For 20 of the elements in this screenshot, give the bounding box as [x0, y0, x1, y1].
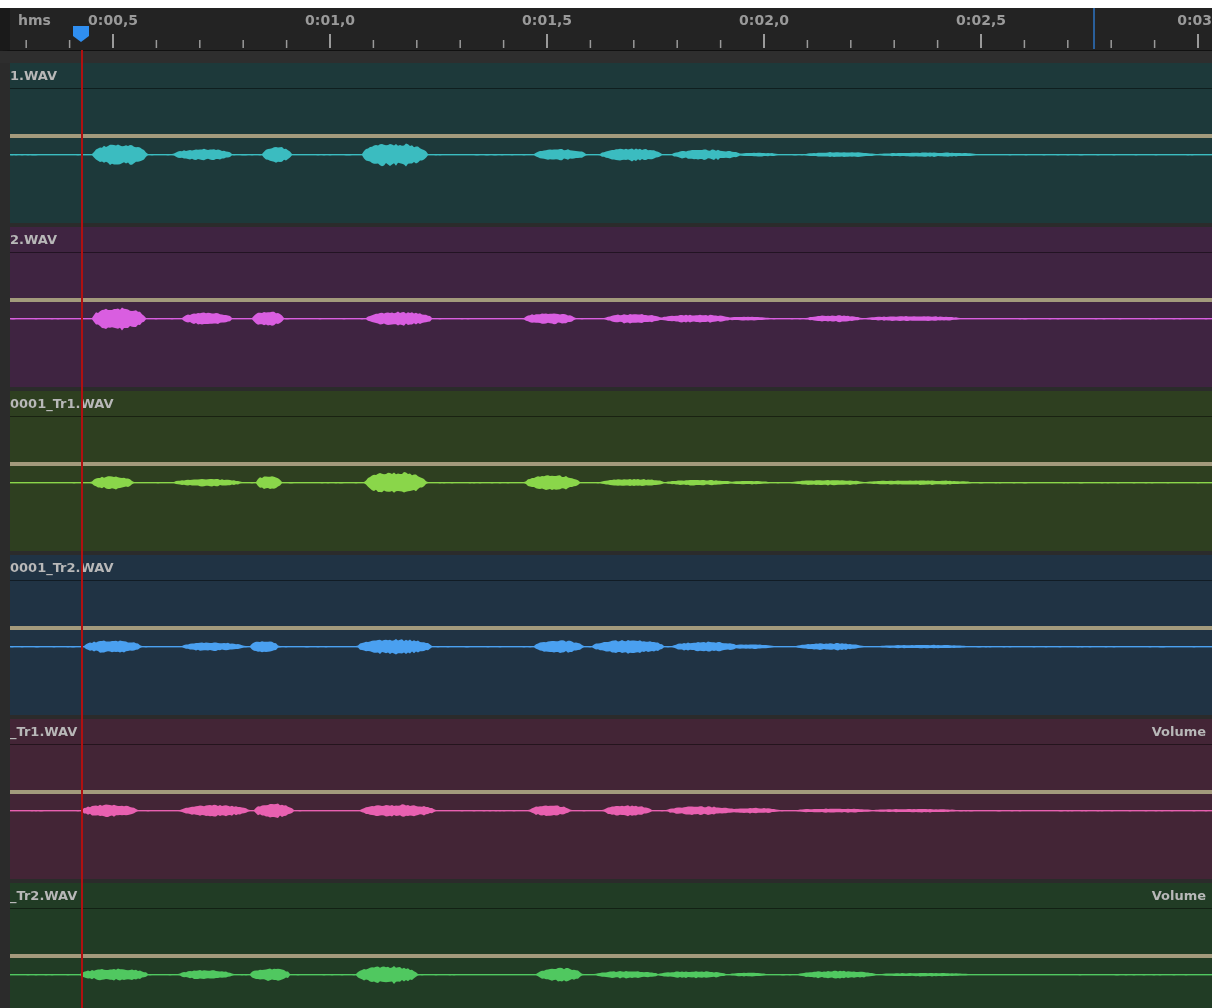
time-label: 0:01,0: [305, 12, 355, 28]
time-label: 0:02,5: [956, 12, 1006, 28]
clip-name: _Tr1.WAV: [10, 724, 78, 739]
audio-clip[interactable]: 1.WAV: [10, 63, 1212, 223]
clip-name: 2.WAV: [10, 232, 57, 247]
audio-clip[interactable]: _Tr1.WAV Volume: [10, 719, 1212, 879]
time-unit-label: hms: [18, 12, 51, 28]
audio-clip[interactable]: _Tr2.WAV Volume: [10, 883, 1212, 1008]
time-ruler[interactable]: hms 0:00,5 0:01,0 0:01,5 0:02,0 0:02,5 0:03: [0, 8, 1212, 51]
volume-label: Volume: [1151, 724, 1206, 739]
time-label: 0:02,0: [739, 12, 789, 28]
time-label: 0:01,5: [522, 12, 572, 28]
time-label: 0:03: [1177, 12, 1212, 28]
clip-name: _Tr2.WAV: [10, 888, 78, 903]
cursor-marker-icon: [1093, 8, 1095, 49]
playhead-handle-icon[interactable]: [72, 26, 90, 42]
time-label: 0:00,5: [88, 12, 138, 28]
audio-clip[interactable]: 2.WAV: [10, 227, 1212, 387]
volume-label: Volume: [1151, 888, 1206, 903]
clip-name: 1.WAV: [10, 68, 57, 83]
